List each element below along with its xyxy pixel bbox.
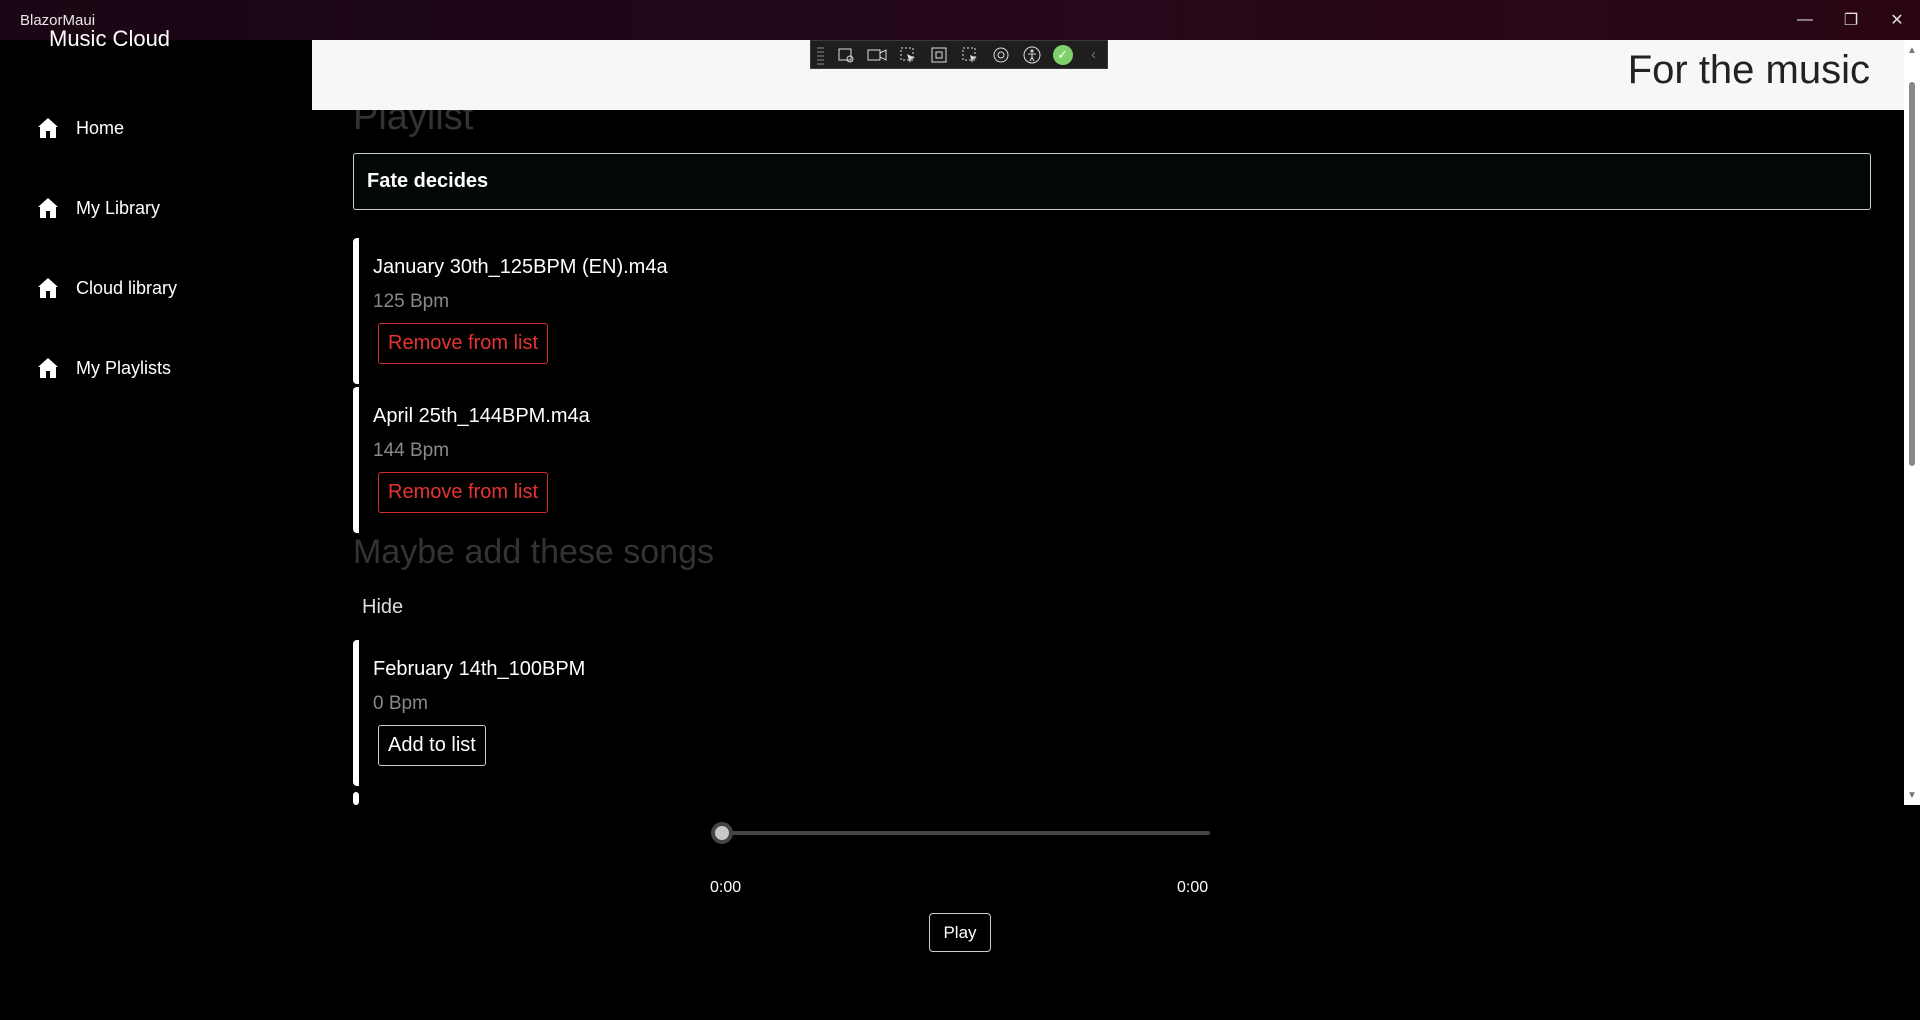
track-focused-element-icon[interactable] bbox=[956, 42, 983, 68]
suggestions-heading: Maybe add these songs bbox=[353, 533, 715, 571]
seek-bar[interactable] bbox=[720, 831, 1210, 835]
hide-suggestions-button[interactable]: Hide bbox=[362, 596, 403, 619]
live-visual-tree-icon[interactable] bbox=[832, 42, 859, 68]
vertical-scrollbar[interactable]: ▲ ▼ bbox=[1904, 40, 1920, 805]
scroll-down-icon[interactable]: ▼ bbox=[1904, 787, 1920, 803]
main-content: Playlist Fate decides January 30th_125BP… bbox=[312, 110, 1904, 805]
song-bpm: 144 Bpm bbox=[373, 440, 450, 461]
scroll-thumb[interactable] bbox=[1909, 82, 1915, 466]
song-bpm: 0 Bpm bbox=[373, 693, 428, 714]
duration-time: 0:00 bbox=[1177, 879, 1209, 896]
drag-grip-icon[interactable] bbox=[817, 44, 825, 65]
seek-slider-handle[interactable] bbox=[711, 822, 733, 844]
song-title: January 30th_125BPM (EN).m4a bbox=[373, 256, 668, 278]
song-title: February 14th_100BPM bbox=[373, 658, 586, 680]
remove-from-list-button[interactable]: Remove from list bbox=[378, 472, 549, 513]
sidebar-item-label: My Playlists bbox=[76, 357, 172, 378]
minimize-icon: — bbox=[1797, 11, 1813, 28]
home-icon bbox=[38, 198, 58, 218]
list-item bbox=[353, 792, 359, 805]
sidebar-item-label: My Library bbox=[76, 197, 161, 218]
remove-from-list-button[interactable]: Remove from list bbox=[378, 323, 549, 364]
video-camera-icon[interactable] bbox=[863, 42, 890, 68]
home-icon bbox=[38, 118, 58, 138]
checkmark-icon: ✓ bbox=[1052, 44, 1073, 65]
add-to-list-button[interactable]: Add to list bbox=[378, 725, 486, 766]
play-button[interactable]: Play bbox=[929, 913, 991, 952]
debug-toolbar: ✓ ‹ bbox=[810, 40, 1108, 69]
top-header: For the music bbox=[312, 40, 1904, 110]
window-controls: — ❐ ✕ bbox=[1782, 0, 1920, 40]
header-tagline: For the music bbox=[1627, 48, 1870, 92]
hot-reload-icon[interactable] bbox=[987, 42, 1014, 68]
playlist-name-field[interactable]: Fate decides bbox=[353, 153, 1871, 210]
maximize-button[interactable]: ❐ bbox=[1828, 0, 1874, 40]
song-title: April 25th_144BPM.m4a bbox=[373, 405, 590, 427]
playlist-song-card: January 30th_125BPM (EN).m4a 125 Bpm Rem… bbox=[353, 238, 1871, 384]
home-icon bbox=[38, 358, 58, 378]
song-bpm: 125 Bpm bbox=[373, 291, 450, 312]
current-time: 0:00 bbox=[710, 879, 742, 896]
accessibility-icon[interactable] bbox=[1018, 42, 1045, 68]
sidebar-item-my-library[interactable]: My Library bbox=[36, 196, 160, 220]
display-layout-adorners-icon[interactable] bbox=[925, 42, 952, 68]
page-title: Playlist bbox=[353, 110, 474, 138]
suggested-song-card: February 14th_100BPM 0 Bpm Add to list bbox=[353, 640, 1871, 786]
collapse-toolbar-icon[interactable]: ‹ bbox=[1080, 42, 1107, 68]
close-icon: ✕ bbox=[1890, 12, 1904, 29]
close-window-button[interactable]: ✕ bbox=[1874, 0, 1920, 40]
check-status-icon[interactable]: ✓ bbox=[1049, 42, 1076, 68]
window-titlebar: BlazorMaui — ❐ ✕ bbox=[0, 0, 1920, 40]
sidebar: Music Cloud Home My Library Cloud librar… bbox=[0, 26, 312, 1020]
sidebar-item-my-playlists[interactable]: My Playlists bbox=[36, 356, 171, 380]
minimize-button[interactable]: — bbox=[1782, 0, 1828, 40]
sidebar-item-label: Home bbox=[76, 117, 125, 138]
sidebar-item-cloud-library[interactable]: Cloud library bbox=[36, 276, 177, 300]
playlist-song-card: April 25th_144BPM.m4a 144 Bpm Remove fro… bbox=[353, 387, 1871, 533]
sidebar-item-label: Cloud library bbox=[76, 277, 178, 298]
sidebar-item-home[interactable]: Home bbox=[36, 116, 124, 140]
select-element-icon[interactable] bbox=[894, 42, 921, 68]
scroll-up-icon[interactable]: ▲ bbox=[1904, 42, 1920, 58]
home-icon bbox=[38, 278, 58, 298]
brand-title: Music Cloud bbox=[49, 26, 171, 51]
restore-icon: ❐ bbox=[1843, 12, 1859, 29]
